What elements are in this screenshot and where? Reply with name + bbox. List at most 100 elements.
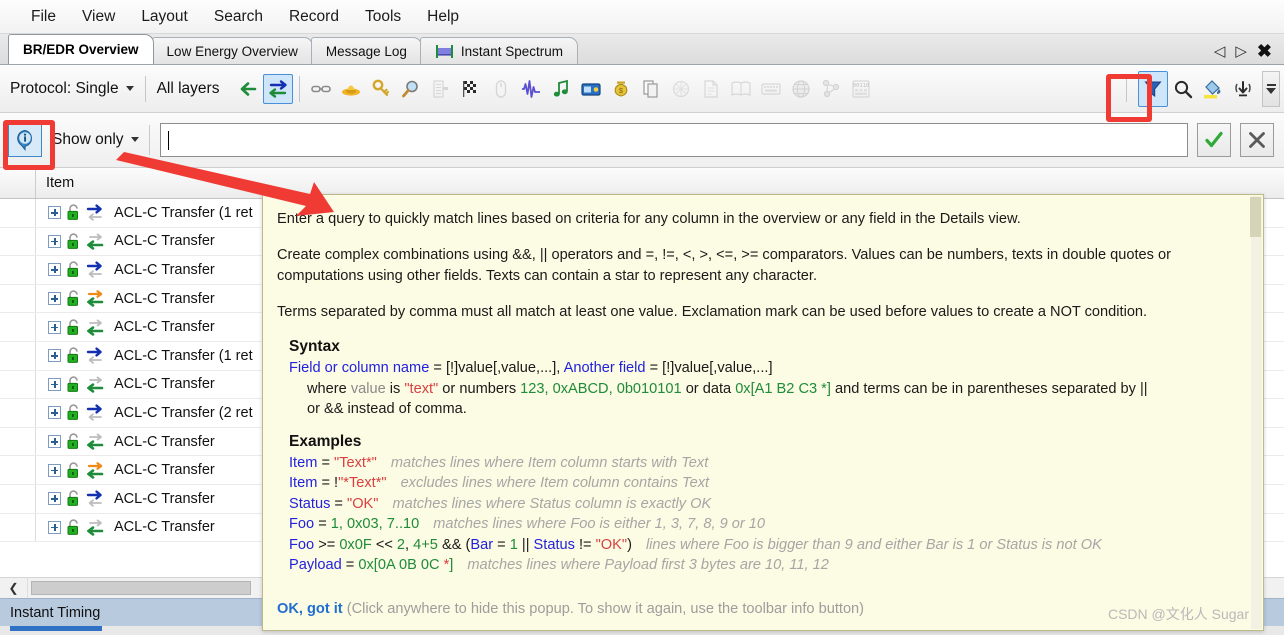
link-button[interactable] — [306, 74, 336, 104]
binary-keypad-button[interactable]: 00110 — [846, 74, 876, 104]
popup-scrollbar[interactable] — [1250, 196, 1262, 629]
tab-prev-button[interactable]: ◁ — [1214, 44, 1226, 59]
popup-footer[interactable]: OK, got it (Click anywhere to hide this … — [277, 601, 864, 617]
filter-divider — [148, 125, 150, 155]
query-input[interactable] — [159, 123, 1188, 157]
tab-instant-spectrum[interactable]: Instant Spectrum — [419, 37, 578, 64]
mouse-button[interactable] — [486, 74, 516, 104]
expand-icon[interactable] — [48, 263, 61, 277]
status-label: Instant Timing — [10, 604, 101, 621]
example-token: 2 — [396, 536, 406, 553]
arrow-bidirectional-button[interactable] — [263, 73, 294, 104]
menu-item-search[interactable]: Search — [201, 5, 276, 29]
menu-item-help[interactable]: Help — [414, 5, 472, 29]
column-header-item[interactable]: Item — [36, 175, 74, 191]
search-button[interactable] — [1168, 74, 1198, 104]
expand-icon[interactable] — [48, 206, 61, 220]
popup-scrollbar-thumb[interactable] — [1250, 197, 1261, 237]
show-only-selector[interactable]: Show only — [52, 131, 139, 149]
row-gutter — [0, 284, 36, 313]
network-button[interactable] — [816, 74, 846, 104]
tab-close-button[interactable]: ✖ — [1257, 42, 1272, 60]
expand-icon[interactable] — [48, 349, 61, 363]
tab-message-log[interactable]: Message Log — [310, 37, 422, 64]
menu-item-file[interactable]: File — [18, 5, 69, 29]
direction-tx-icon — [86, 347, 102, 364]
info-button[interactable] — [8, 123, 42, 157]
globe-button[interactable] — [786, 74, 816, 104]
broadcast-down-button[interactable] — [1228, 74, 1258, 104]
expand-icon[interactable] — [48, 520, 61, 534]
music-note-button[interactable] — [546, 74, 576, 104]
expand-icon[interactable] — [48, 234, 61, 248]
toolbar-overflow-button[interactable] — [1262, 70, 1280, 107]
example-comment: matches lines where Foo is either 1, 3, … — [433, 516, 766, 532]
example-value: 0x[0A 0B 0C — [358, 557, 444, 573]
example-operator: = — [330, 495, 348, 512]
example-token: = — [493, 536, 510, 553]
info-icon — [17, 129, 33, 151]
key-icon — [373, 79, 390, 96]
show-only-label: Show only — [52, 131, 124, 148]
unlocked-icon — [67, 233, 78, 249]
expand-icon[interactable] — [48, 292, 61, 306]
expand-icon[interactable] — [48, 492, 61, 506]
keyboard-small-button[interactable] — [756, 74, 786, 104]
expand-icon[interactable] — [48, 406, 61, 420]
page-button[interactable] — [696, 74, 726, 104]
expand-icon[interactable] — [48, 377, 61, 391]
header-gutter — [0, 168, 36, 198]
row-item-label: ACL-C Transfer — [114, 233, 215, 250]
bottom-tab-stub[interactable] — [10, 626, 102, 631]
paint-bucket-icon — [1204, 79, 1221, 98]
magnifier-button[interactable] — [396, 74, 426, 104]
menu-item-layout[interactable]: Layout — [128, 5, 201, 29]
expand-icon[interactable] — [48, 435, 61, 449]
apply-filter-button[interactable] — [1197, 123, 1231, 157]
unlocked-icon — [67, 490, 78, 507]
example-value: "Text*" — [334, 454, 377, 471]
money-bag-button[interactable]: $ — [606, 74, 636, 104]
menu-item-record[interactable]: Record — [276, 5, 352, 29]
expand-icon[interactable] — [48, 463, 61, 477]
tab-strip: BR/EDR Overview Low Energy Overview Messag… — [0, 34, 1284, 65]
arrow-left-green-button[interactable] — [233, 74, 263, 104]
example-field: Foo — [289, 516, 315, 532]
scroll-left-button[interactable]: ❮ — [0, 578, 28, 598]
sombrero-button[interactable] — [336, 74, 366, 104]
syntax-heading: Syntax — [289, 338, 340, 355]
filter-button[interactable] — [1138, 70, 1168, 107]
tab-label: BR/EDR Overview — [23, 42, 139, 57]
query-help-popup[interactable]: Enter a query to quickly match lines bas… — [262, 194, 1264, 631]
example-token: && ( — [437, 536, 471, 553]
menu-item-view[interactable]: View — [69, 5, 128, 29]
syntax-where: where — [307, 380, 351, 397]
example-value: 1, 0x03, 7..10 — [330, 516, 420, 532]
layers-label[interactable]: All layers — [157, 80, 220, 98]
book-button[interactable] — [726, 74, 756, 104]
direction-rx-icon — [87, 433, 104, 450]
ok-got-it-link[interactable]: OK, got it — [277, 601, 343, 617]
expand-icon[interactable] — [48, 320, 61, 334]
cancel-filter-button[interactable] — [1240, 123, 1274, 157]
list-button[interactable] — [426, 74, 456, 104]
protocol-selector[interactable]: Protocol: Single — [10, 80, 134, 98]
syntax-numbers: 123, 0xABCD, 0b010101 — [520, 380, 682, 397]
paint-bucket-button[interactable] — [1198, 74, 1228, 104]
checkered-flag-button[interactable] — [456, 74, 486, 104]
music-note-icon — [554, 79, 569, 97]
key-button[interactable] — [366, 74, 396, 104]
tab-next-button[interactable]: ▷ — [1235, 44, 1247, 59]
scrollbar-thumb[interactable] — [31, 581, 251, 595]
tab-low-energy-overview[interactable]: Low Energy Overview — [151, 37, 313, 64]
radio-button[interactable] — [576, 74, 606, 104]
tab-br-edr-overview[interactable]: BR/EDR Overview — [8, 34, 154, 64]
copy-button[interactable] — [636, 74, 666, 104]
waveform-button[interactable] — [516, 74, 546, 104]
example-operator: = — [317, 454, 335, 471]
menu-item-tools[interactable]: Tools — [352, 5, 414, 29]
menu-bar: File View Layout Search Record Tools Help — [0, 0, 1284, 34]
syntax-or: or numbers — [438, 380, 521, 397]
chip-button[interactable] — [666, 74, 696, 104]
filter-bar: Show only — [0, 113, 1284, 168]
